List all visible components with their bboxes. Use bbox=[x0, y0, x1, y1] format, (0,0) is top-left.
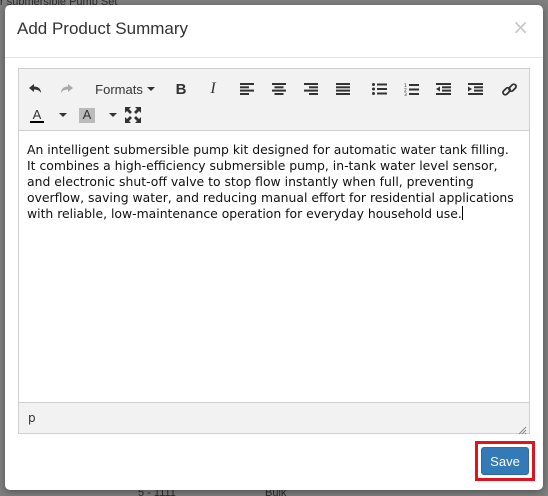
editor-content-area[interactable]: An intelligent submersible pump kit desi… bbox=[19, 131, 529, 404]
svg-text:3: 3 bbox=[404, 92, 407, 96]
align-justify-icon bbox=[336, 83, 350, 95]
fullscreen-button[interactable] bbox=[123, 103, 143, 127]
text-color-icon: A bbox=[29, 108, 45, 123]
indent-icon bbox=[467, 83, 483, 95]
background-color-glyph: A bbox=[82, 106, 92, 122]
undo-button[interactable] bbox=[25, 77, 45, 101]
indent-button[interactable] bbox=[465, 77, 485, 101]
bold-icon: B bbox=[175, 80, 187, 98]
link-button[interactable] bbox=[499, 77, 519, 101]
content-line: and electronic shut-off valve to stop fl… bbox=[27, 174, 474, 189]
align-justify-button[interactable] bbox=[333, 77, 353, 101]
editor-statusbar: p bbox=[19, 402, 529, 435]
outdent-button[interactable] bbox=[433, 77, 453, 101]
chevron-down-icon bbox=[146, 87, 155, 91]
modal-title: Add Product Summary bbox=[17, 19, 189, 38]
bullet-list-button[interactable] bbox=[369, 77, 389, 101]
background-color-icon: A bbox=[79, 106, 95, 123]
content-line: An intelligent submersible pump kit desi… bbox=[27, 142, 509, 157]
editor-toolbar: Formats B I 1 2 3 A A bbox=[19, 69, 529, 131]
save-button-highlight: Save bbox=[475, 441, 535, 481]
italic-button[interactable]: I bbox=[203, 77, 223, 101]
chevron-down-icon[interactable] bbox=[109, 113, 117, 117]
align-right-button[interactable] bbox=[301, 77, 321, 101]
resize-handle-icon[interactable] bbox=[518, 422, 527, 435]
text-color-swatch bbox=[30, 120, 44, 123]
numbered-list-button[interactable]: 123 bbox=[401, 77, 421, 101]
close-button[interactable]: × bbox=[512, 17, 529, 37]
content-line: with reliable, low-maintenance operation… bbox=[27, 206, 462, 221]
align-left-icon bbox=[240, 83, 254, 95]
element-path[interactable]: p bbox=[28, 411, 36, 425]
outdent-icon bbox=[435, 83, 451, 95]
italic-icon: I bbox=[210, 80, 216, 97]
background-color-button[interactable]: A bbox=[75, 103, 121, 127]
align-center-icon bbox=[272, 83, 286, 95]
fullscreen-icon bbox=[125, 107, 141, 123]
numbered-list-icon: 123 bbox=[404, 83, 419, 96]
rich-text-editor: Formats B I 1 2 3 A A An intelligent sub… bbox=[18, 68, 530, 435]
formats-label: Formats bbox=[95, 81, 143, 97]
align-right-icon bbox=[304, 83, 318, 95]
bold-button[interactable]: B bbox=[171, 77, 191, 101]
modal-header: Add Product Summary × bbox=[5, 5, 543, 58]
background-color-swatch bbox=[80, 120, 94, 123]
add-product-summary-modal: Add Product Summary × Formats B I 1 2 3 … bbox=[5, 5, 543, 490]
text-color-glyph: A bbox=[32, 106, 42, 122]
undo-icon bbox=[28, 83, 42, 95]
save-button[interactable]: Save bbox=[481, 447, 529, 475]
align-left-button[interactable] bbox=[237, 77, 257, 101]
content-line: It combines a high-efficiency submersibl… bbox=[27, 158, 498, 173]
chevron-down-icon[interactable] bbox=[59, 113, 67, 117]
bullet-list-icon bbox=[371, 83, 387, 95]
redo-button[interactable] bbox=[57, 77, 77, 101]
redo-icon bbox=[60, 83, 74, 95]
align-center-button[interactable] bbox=[269, 77, 289, 101]
text-cursor bbox=[461, 206, 463, 220]
content-line-last: with reliable, low-maintenance operation… bbox=[27, 206, 521, 222]
content-line: overflow, saving water, and reducing man… bbox=[27, 190, 514, 205]
link-icon bbox=[501, 82, 517, 97]
formats-dropdown[interactable]: Formats bbox=[93, 77, 157, 101]
text-color-button[interactable]: A bbox=[25, 103, 71, 127]
